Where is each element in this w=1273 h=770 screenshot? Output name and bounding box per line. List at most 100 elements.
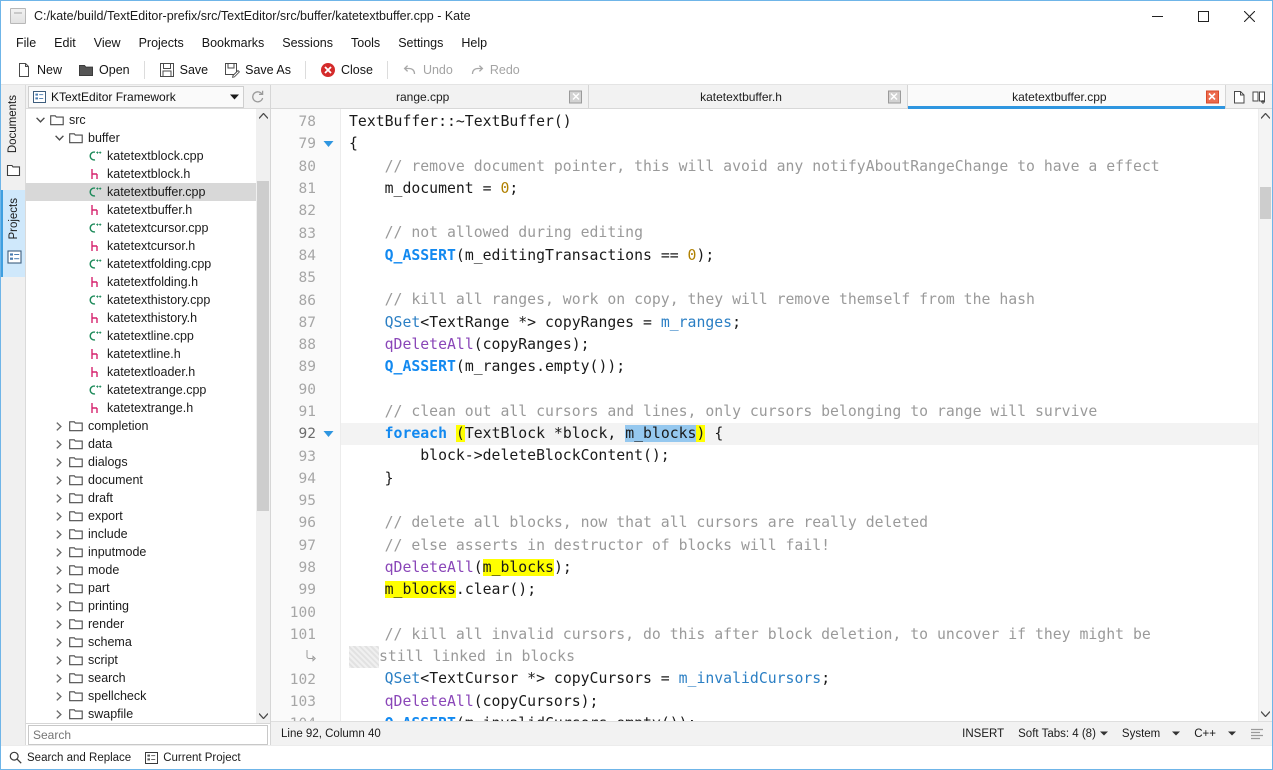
tree-file-row[interactable]: katetextrange.cpp (26, 381, 256, 399)
code-line[interactable]: // remove document pointer, this will av… (341, 156, 1258, 178)
code-line[interactable]: Q_ASSERT(m_ranges.empty()); (341, 356, 1258, 378)
code-line[interactable] (341, 200, 1258, 222)
code-line[interactable]: qDeleteAll(copyCursors); (341, 691, 1258, 713)
redo-button[interactable]: Redo (462, 59, 527, 81)
project-tree[interactable]: srcbufferkatetextblock.cppkatetextblock.… (26, 109, 256, 723)
tree-file-row[interactable]: katetextfolding.cpp (26, 255, 256, 273)
close-window-button[interactable] (1226, 1, 1272, 31)
menu-edit[interactable]: Edit (45, 33, 85, 53)
tree-file-row[interactable]: katetextblock.h (26, 165, 256, 183)
tree-file-row[interactable]: katetexthistory.cpp (26, 291, 256, 309)
chevron-right-icon[interactable] (51, 710, 67, 719)
document-tab-katetextbuffer-cpp[interactable]: katetextbuffer.cpp (908, 85, 1226, 108)
code-line[interactable]: // clean out all cursors and lines, only… (341, 401, 1258, 423)
chevron-right-icon[interactable] (51, 512, 67, 521)
code-line[interactable]: Q_ASSERT(m_invalidCursors.empty()); (341, 713, 1258, 721)
new-tab-button[interactable] (1230, 88, 1248, 106)
code-line[interactable]: block->deleteBlockContent(); (341, 445, 1258, 467)
code-line[interactable]: Q_ASSERT(m_editingTransactions == 0); (341, 245, 1258, 267)
document-tab-range-cpp[interactable]: range.cpp (271, 85, 589, 108)
fold-triangle-icon[interactable] (322, 140, 334, 148)
code-line[interactable] (341, 602, 1258, 624)
chevron-right-icon[interactable] (51, 422, 67, 431)
tree-folder-row[interactable]: swapfile (26, 705, 256, 723)
chevron-right-icon[interactable] (51, 620, 67, 629)
tree-folder-row[interactable]: part (26, 579, 256, 597)
chevron-down-icon[interactable] (32, 117, 48, 123)
tree-folder-row[interactable]: data (26, 435, 256, 453)
project-search-input[interactable] (28, 725, 268, 745)
sidebar-scroll-down-button[interactable] (256, 709, 270, 723)
chevron-right-icon[interactable] (51, 656, 67, 665)
chevron-right-icon[interactable] (51, 458, 67, 467)
tree-folder-row[interactable]: dialogs (26, 453, 256, 471)
close-icon[interactable] (888, 90, 901, 103)
undo-button[interactable]: Undo (395, 59, 460, 81)
tree-file-row[interactable]: katetextcursor.h (26, 237, 256, 255)
code-line[interactable] (341, 267, 1258, 289)
tree-file-row[interactable]: katetextrange.h (26, 399, 256, 417)
tree-file-row[interactable]: katetextcursor.cpp (26, 219, 256, 237)
chevron-right-icon[interactable] (51, 674, 67, 683)
code-line[interactable]: still linked in blocks (341, 646, 1258, 668)
code-line[interactable]: foreach (TextBlock *block, m_blocks) { (341, 423, 1258, 445)
editor-scrollbar-thumb[interactable] (1260, 187, 1271, 219)
chevron-right-icon[interactable] (51, 494, 67, 503)
chevron-right-icon[interactable] (51, 584, 67, 593)
tab-settings-selector[interactable]: Soft Tabs: 4 (8) (1018, 728, 1108, 740)
code-line[interactable]: m_document = 0; (341, 178, 1258, 200)
close-document-button[interactable]: Close (313, 59, 380, 81)
code-line[interactable]: QSet<TextCursor *> copyCursors = m_inval… (341, 668, 1258, 690)
code-line[interactable] (341, 490, 1258, 512)
refresh-project-button[interactable] (244, 85, 270, 109)
chevron-right-icon[interactable] (51, 602, 67, 611)
insert-mode-indicator[interactable]: INSERT (962, 728, 1004, 740)
code-line[interactable]: qDeleteAll(m_blocks); (341, 557, 1258, 579)
code-line[interactable] (341, 379, 1258, 401)
line-number-gutter[interactable]: 7879808182838485868788899091929394959697… (271, 109, 341, 721)
maximize-button[interactable] (1180, 1, 1226, 31)
chevron-right-icon[interactable] (51, 476, 67, 485)
chevron-right-icon[interactable] (51, 566, 67, 575)
code-line[interactable]: // kill all ranges, work on copy, they w… (341, 289, 1258, 311)
tree-folder-row[interactable]: src (26, 111, 256, 129)
code-line[interactable]: // kill all invalid cursors, do this aft… (341, 624, 1258, 646)
sidebar-scrollbar[interactable] (256, 109, 270, 723)
menu-file[interactable]: File (7, 33, 45, 53)
document-tab-katetextbuffer-h[interactable]: katetextbuffer.h (589, 85, 907, 108)
tree-folder-row[interactable]: schema (26, 633, 256, 651)
tree-folder-row[interactable]: completion (26, 417, 256, 435)
search-and-replace-button[interactable]: Search and Replace (9, 751, 131, 764)
tree-folder-row[interactable]: spellcheck (26, 687, 256, 705)
tree-folder-row[interactable]: export (26, 507, 256, 525)
tree-folder-row[interactable]: draft (26, 489, 256, 507)
code-text-area[interactable]: TextBuffer::~TextBuffer(){ // remove doc… (341, 109, 1258, 721)
tree-folder-row[interactable]: inputmode (26, 543, 256, 561)
project-selector[interactable]: KTextEditor Framework (28, 86, 244, 108)
split-view-button[interactable] (1250, 88, 1268, 106)
chevron-right-icon[interactable] (51, 440, 67, 449)
menu-sessions[interactable]: Sessions (273, 33, 342, 53)
tree-folder-row[interactable]: include (26, 525, 256, 543)
tree-file-row[interactable]: katetextblock.cpp (26, 147, 256, 165)
tree-folder-row[interactable]: mode (26, 561, 256, 579)
tree-folder-row[interactable]: script (26, 651, 256, 669)
menu-help[interactable]: Help (452, 33, 496, 53)
rail-tab-projects[interactable]: Projects (1, 190, 25, 277)
tree-file-row[interactable]: katetextbuffer.h (26, 201, 256, 219)
menu-bookmarks[interactable]: Bookmarks (193, 33, 274, 53)
language-mode-selector[interactable]: C++ (1194, 728, 1236, 740)
menu-settings[interactable]: Settings (389, 33, 452, 53)
code-line[interactable]: // delete all blocks, now that all curso… (341, 512, 1258, 534)
line-wrap-toggle[interactable] (1250, 728, 1264, 740)
tree-folder-row[interactable]: render (26, 615, 256, 633)
fold-triangle-icon[interactable] (322, 430, 334, 438)
rail-tab-documents[interactable]: Documents (1, 87, 25, 190)
tree-file-row[interactable]: katetextline.h (26, 345, 256, 363)
chevron-right-icon[interactable] (51, 548, 67, 557)
code-line[interactable]: } (341, 468, 1258, 490)
chevron-right-icon[interactable] (51, 530, 67, 539)
tree-file-row[interactable]: katetextloader.h (26, 363, 256, 381)
sidebar-scrollbar-thumb[interactable] (257, 181, 269, 511)
code-line[interactable]: // else asserts in destructor of blocks … (341, 535, 1258, 557)
